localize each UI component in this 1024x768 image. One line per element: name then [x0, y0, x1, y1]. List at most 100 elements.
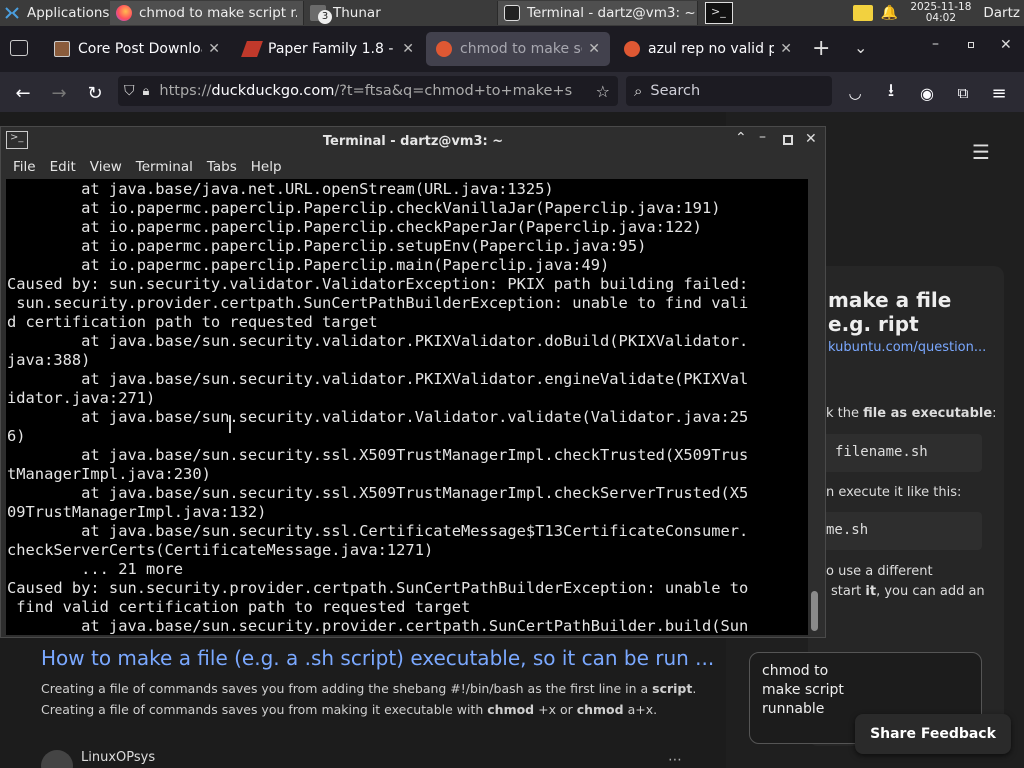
card-text-bold: file as executable: [863, 406, 993, 421]
terminal-line: at java.base/java.net.URL.openStream(URL…: [7, 180, 554, 198]
search-bar[interactable]: ⌕ Search: [626, 76, 832, 106]
snippet-text: .: [692, 681, 697, 696]
card-text: :: [992, 406, 997, 421]
taskbar-thunar[interactable]: 3 Thunar: [304, 1, 498, 25]
terminal-launcher-icon: >_: [705, 2, 733, 24]
close-tab-icon[interactable]: ✕: [780, 41, 792, 57]
forward-arrow-icon[interactable]: →: [46, 80, 72, 106]
close-window-icon[interactable]: ✕: [1000, 37, 1012, 53]
terminal-line: at io.papermc.paperclip.Paperclip.checkV…: [7, 199, 721, 217]
duckduckgo-favicon-icon: [624, 41, 640, 57]
tab-azul-rep[interactable]: azul rep no valid pg ✕: [614, 32, 802, 66]
next-result-more-icon[interactable]: ⋯: [668, 752, 682, 768]
app-menu-icon[interactable]: ≡: [986, 80, 1012, 106]
terminal-scrollbar[interactable]: [811, 591, 818, 631]
extensions-icon[interactable]: ⧉: [950, 80, 976, 106]
bookmark-star-icon[interactable]: ☆: [596, 82, 610, 101]
next-result-source[interactable]: LinuxOPsys: [81, 750, 155, 765]
close-tab-icon[interactable]: ✕: [588, 41, 600, 57]
answer-card-text-1: k the file as executable:: [826, 406, 997, 421]
terminal-line: at java.base/sun.security.ssl.X509TrustM…: [7, 446, 749, 464]
tab-title: chmod to make scri: [460, 41, 582, 57]
terminal-line: find valid certification path to request…: [7, 598, 471, 616]
xfce-logo-icon: [5, 7, 19, 19]
maximize-window-icon[interactable]: [968, 42, 974, 48]
menu-edit[interactable]: Edit: [50, 159, 76, 175]
answer-card-text-2: n execute it like this:: [826, 485, 962, 500]
menu-tabs[interactable]: Tabs: [207, 159, 237, 175]
reload-icon[interactable]: ↻: [82, 80, 108, 106]
menu-file[interactable]: File: [13, 159, 36, 175]
menu-help[interactable]: Help: [251, 159, 282, 175]
snippet-text: Creating a file of commands saves you fr…: [41, 702, 488, 717]
answer-card-link[interactable]: kubuntu.com/question...: [828, 340, 986, 355]
answer-card-title[interactable]: make a file e.g. ript: [828, 288, 998, 336]
paper-favicon-icon: [241, 41, 263, 57]
terminal-line: at io.papermc.paperclip.Paperclip.checkP…: [7, 218, 702, 236]
save-to-pocket-icon[interactable]: ◡: [842, 80, 868, 106]
url-bar[interactable]: ⛉ 🔒︎ https://duckduckgo.com/?t=ftsa&q=ch…: [118, 76, 618, 106]
applications-label: Applications: [27, 5, 110, 21]
terminal-line: checkServerCerts(CertificateMessage.java…: [7, 541, 434, 559]
terminal-title: Terminal - dartz@vm3: ~: [322, 133, 504, 149]
answer-card-text-3: o use a different start it, you can add …: [826, 562, 985, 602]
tab-core-post-download[interactable]: Core Post Download ✕: [44, 32, 230, 66]
tab-chmod-active[interactable]: chmod to make scri ✕: [426, 32, 610, 66]
notifications-bell-icon[interactable]: 🔔: [881, 5, 898, 21]
firefox-view-button[interactable]: [10, 40, 28, 56]
new-tab-plus-icon[interactable]: +: [812, 36, 830, 61]
url-domain: duckduckgo.com: [211, 83, 335, 99]
terminal-line: d certification path to requested target: [7, 313, 378, 331]
terminal-line: 09TrustManagerImpl.java:132): [7, 503, 267, 521]
clock[interactable]: 2025-11-18 04:02: [910, 2, 971, 24]
menu-view[interactable]: View: [90, 159, 122, 175]
terminal-output[interactable]: at java.base/java.net.URL.openStream(URL…: [6, 179, 808, 635]
search-icon: ⌕: [634, 82, 643, 100]
lock-icon[interactable]: 🔒︎: [143, 84, 150, 99]
terminal-icon: [504, 5, 520, 21]
close-tab-icon[interactable]: ✕: [208, 41, 220, 57]
terminal-line: at java.base/sun.security.validator.PKIX…: [7, 332, 749, 350]
tab-paper-family[interactable]: Paper Family 1.8 - P ✕: [234, 32, 424, 66]
firefox-icon: [116, 5, 132, 21]
user-menu[interactable]: Dartz: [983, 5, 1020, 21]
top-panel: Applications≡ chmod to make script r... …: [0, 0, 1024, 26]
back-arrow-icon[interactable]: ←: [10, 80, 36, 106]
terminal-line: at java.base/sun.security.provider.certp…: [7, 617, 749, 635]
snippet-bold: chmod: [487, 702, 535, 717]
terminal-menu-bar: File Edit View Terminal Tabs Help: [1, 155, 825, 179]
result-title-link[interactable]: How to make a file (e.g. a .sh script) e…: [41, 646, 714, 670]
snippet-text: a+x.: [623, 702, 658, 717]
terminal-line: at io.papermc.paperclip.Paperclip.setupE…: [7, 237, 647, 255]
terminal-line: at java.base/sun.security.validator.PKIX…: [7, 370, 749, 388]
terminal-shade-icon[interactable]: ⌃: [735, 130, 747, 146]
card-text: , you can add an: [876, 584, 985, 599]
site-favicon-icon: [54, 41, 70, 57]
tab-title: Core Post Download: [78, 41, 202, 57]
menu-terminal[interactable]: Terminal: [136, 159, 193, 175]
answer-card-code-2: me.sh: [820, 512, 982, 550]
minimize-window-icon[interactable]: –: [932, 36, 939, 52]
terminal-close-icon[interactable]: ✕: [805, 131, 817, 147]
applications-menu[interactable]: Applications≡: [0, 1, 110, 25]
downloads-icon[interactable]: ⭳: [878, 80, 904, 106]
terminal-line: at java.base/sun.security.ssl.X509TrustM…: [7, 484, 749, 502]
share-feedback-button[interactable]: Share Feedback: [855, 714, 1011, 754]
list-all-tabs-chevron-icon[interactable]: ⌄: [854, 38, 867, 57]
search-placeholder: Search: [650, 83, 701, 99]
taskbar-firefox[interactable]: chmod to make script r...: [110, 1, 304, 25]
answer-card-code-1: filename.sh: [820, 434, 982, 472]
tracking-protection-shield-icon[interactable]: ⛉: [124, 83, 135, 99]
notes-icon[interactable]: [852, 5, 873, 21]
taskbar-terminal[interactable]: Terminal - dartz@vm3: ~: [498, 1, 698, 25]
url-rest: /?t=ftsa&q=chmod+to+make+s: [334, 83, 573, 99]
card-text: o use a different: [826, 564, 933, 579]
show-desktop-terminal-button[interactable]: >_: [702, 1, 736, 25]
card-text-bold: it: [865, 584, 877, 599]
account-icon[interactable]: ◉: [914, 80, 940, 106]
snippet-bold: script: [652, 681, 693, 696]
close-tab-icon[interactable]: ✕: [402, 41, 414, 57]
page-menu-icon[interactable]: ☰: [972, 140, 990, 164]
terminal-maximize-icon[interactable]: [783, 135, 793, 145]
terminal-minimize-icon[interactable]: –: [759, 129, 766, 145]
